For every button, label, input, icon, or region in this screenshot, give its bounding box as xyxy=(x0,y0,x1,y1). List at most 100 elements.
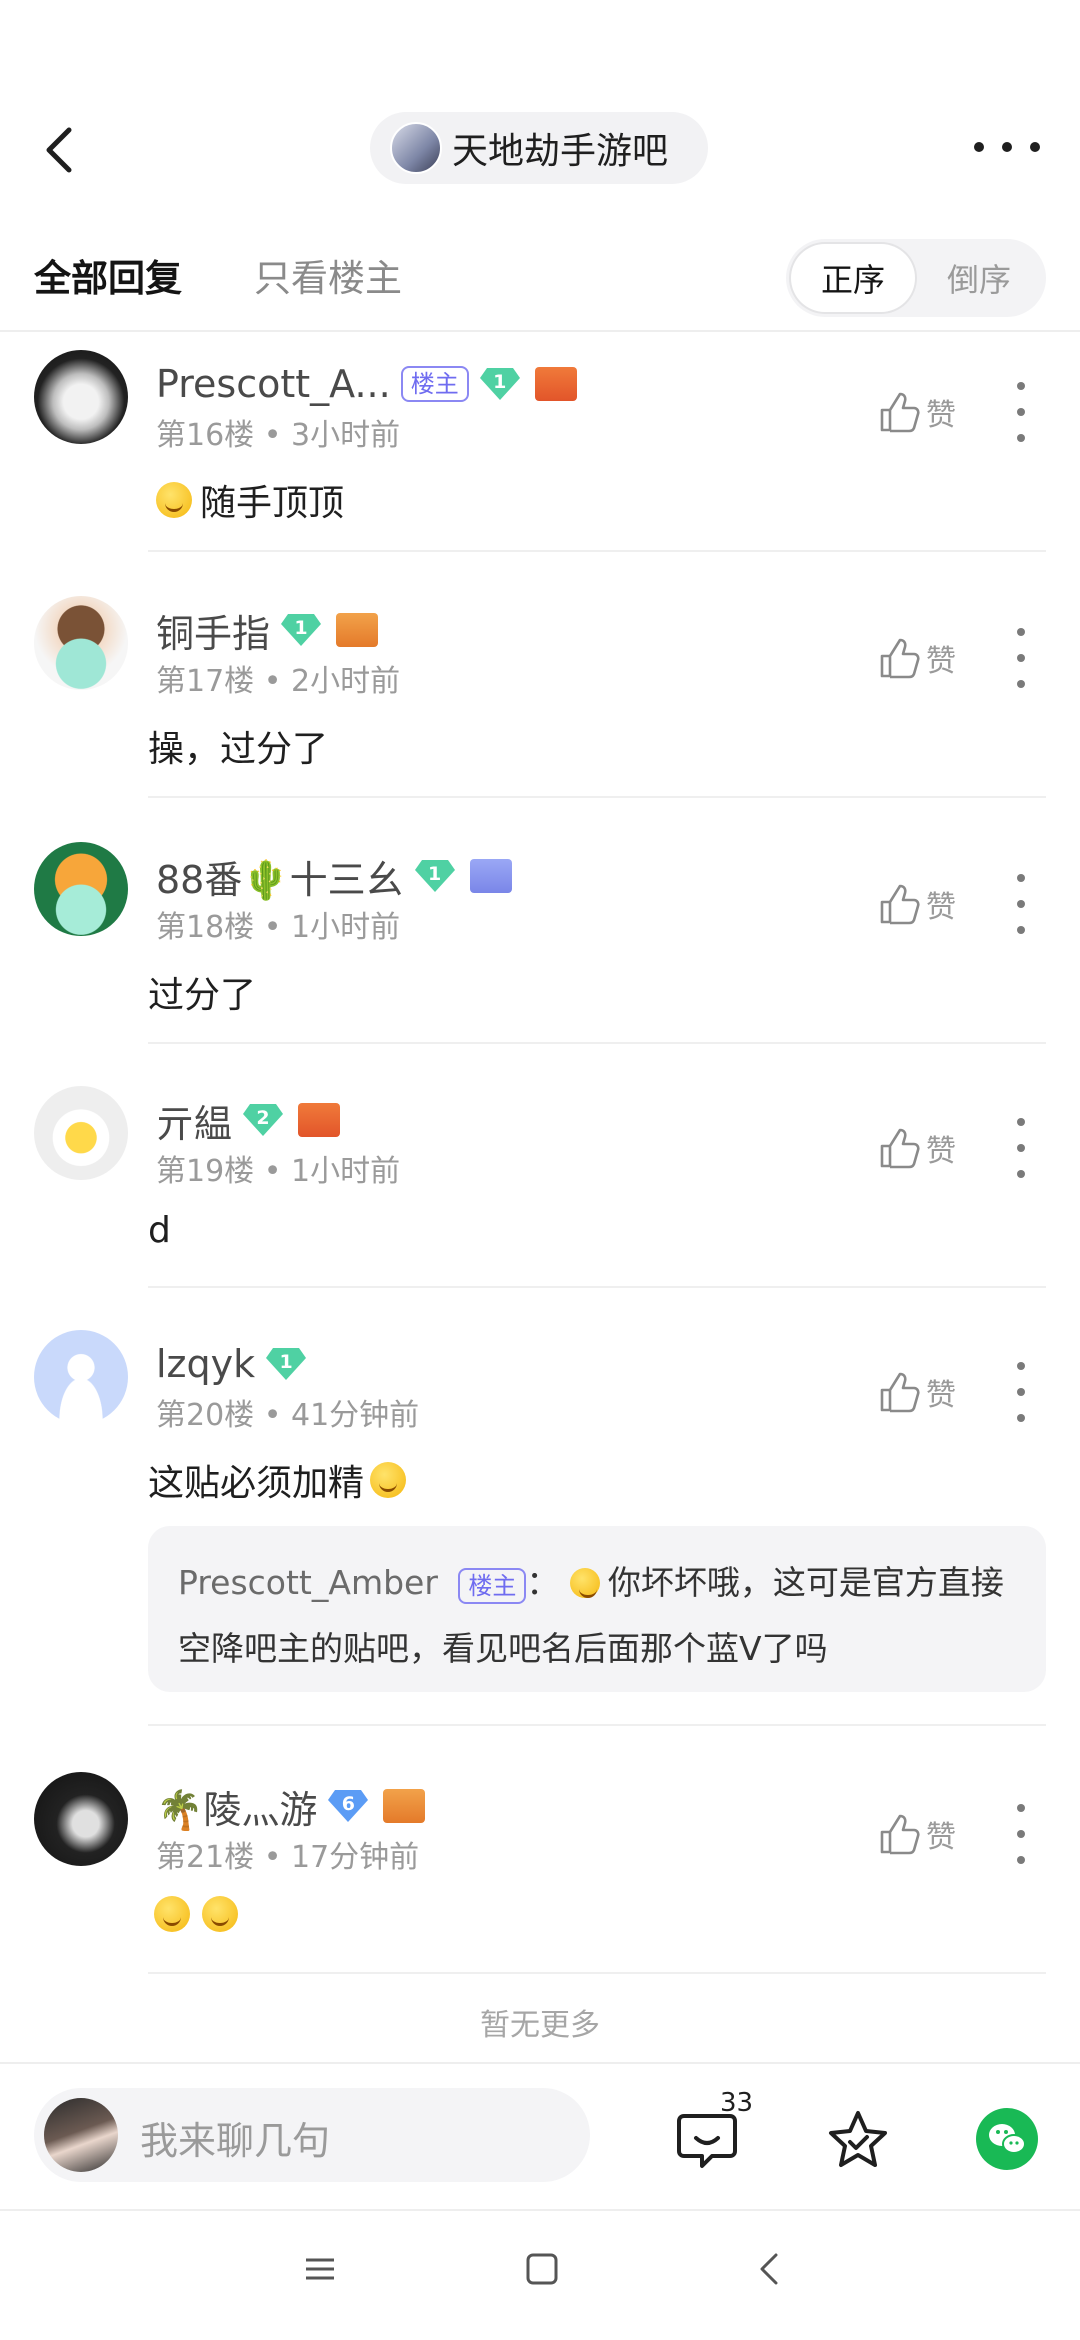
back-arrow-icon xyxy=(46,127,72,173)
avatar[interactable] xyxy=(34,596,128,690)
divider xyxy=(148,1724,1046,1726)
comment-icon xyxy=(677,2114,737,2168)
post-content xyxy=(154,1896,246,1932)
post-more-button[interactable] xyxy=(1016,1362,1026,1422)
avatar[interactable] xyxy=(34,1330,128,1424)
favorite-button[interactable] xyxy=(826,2108,890,2172)
post-content: 这贴必须加精 xyxy=(148,1454,414,1506)
post-meta: 第19楼 • 1小时前 xyxy=(156,1154,401,1189)
order-desc-button[interactable]: 倒序 xyxy=(917,244,1041,312)
username[interactable]: 🌴陵灬游 xyxy=(156,1779,317,1834)
thumbs-up-icon xyxy=(880,392,920,433)
username[interactable]: lzqyk xyxy=(156,1342,255,1386)
divider xyxy=(148,1042,1046,1044)
wechat-share-button[interactable] xyxy=(976,2108,1038,2170)
like-label: 赞 xyxy=(926,1820,956,1855)
divider xyxy=(148,1972,1046,1974)
reply-placeholder: 我来聊几句 xyxy=(140,2119,331,2163)
home-nav-button[interactable] xyxy=(522,2249,562,2293)
like-label: 赞 xyxy=(926,1134,956,1169)
level-badge: 6 xyxy=(327,1788,369,1824)
smile-emoji-icon xyxy=(569,1568,600,1598)
username[interactable]: 铜手指 xyxy=(156,603,270,658)
divider xyxy=(148,1286,1046,1288)
reply-filter-tabs: 全部回复 只看楼主 正序 倒序 xyxy=(0,230,1080,332)
level-badge: 2 xyxy=(242,1102,284,1138)
like-label: 赞 xyxy=(926,890,956,925)
avatar[interactable] xyxy=(34,1772,128,1866)
honor-badge-icon xyxy=(383,1789,426,1823)
post-content: 随手顶顶 xyxy=(156,474,344,526)
like-button[interactable]: 赞 xyxy=(878,636,956,680)
avatar[interactable] xyxy=(34,842,128,936)
honor-badge-icon xyxy=(469,859,512,893)
forum-title-pill[interactable]: 天地劫手游吧 xyxy=(370,112,708,184)
post-meta: 第18楼 • 1小时前 xyxy=(156,910,401,945)
avatar[interactable] xyxy=(34,1086,128,1180)
honor-badge-icon xyxy=(298,1103,341,1137)
back-nav-button[interactable] xyxy=(750,2249,790,2293)
post-meta: 第17楼 • 2小时前 xyxy=(156,664,401,699)
post-meta: 第16楼 • 3小时前 xyxy=(156,418,401,453)
like-button[interactable]: 赞 xyxy=(878,1370,956,1414)
owner-tag: 楼主 xyxy=(458,1568,527,1604)
like-label: 赞 xyxy=(926,1378,956,1413)
like-button[interactable]: 赞 xyxy=(878,1812,956,1856)
post-more-button[interactable] xyxy=(1016,1118,1026,1178)
dot-icon xyxy=(974,142,984,152)
like-label: 赞 xyxy=(926,398,956,433)
thumbs-up-icon xyxy=(880,1814,920,1855)
level-badge: 1 xyxy=(280,612,322,648)
menu-icon xyxy=(306,2258,334,2280)
username[interactable]: 亓緼 xyxy=(156,1093,232,1148)
quote-username[interactable]: Prescott_Amber xyxy=(178,1563,438,1602)
like-label: 赞 xyxy=(926,644,956,679)
post-content: d xyxy=(148,1210,171,1251)
back-button[interactable] xyxy=(35,116,95,184)
divider xyxy=(148,550,1046,552)
star-icon xyxy=(829,2111,887,2167)
thumbs-up-icon xyxy=(880,884,920,925)
honor-badge-icon xyxy=(336,613,379,647)
comment-button[interactable] xyxy=(676,2110,738,2170)
honor-badge-icon xyxy=(534,367,577,401)
order-asc-button[interactable]: 正序 xyxy=(791,244,915,312)
post-more-button[interactable] xyxy=(1016,628,1026,688)
smile-emoji-icon xyxy=(370,1462,407,1498)
username[interactable]: 88番🌵十三幺 xyxy=(156,849,404,904)
angry-emoji-icon xyxy=(154,1896,190,1932)
avatar[interactable] xyxy=(34,350,128,444)
username[interactable]: Prescott_A... xyxy=(156,362,391,406)
quoted-reply[interactable]: Prescott_Amber 楼主： 你坏坏哦，这可是官方直接空降吧主的贴吧，看… xyxy=(148,1526,1046,1692)
thumbs-up-icon xyxy=(880,638,920,679)
like-button[interactable]: 赞 xyxy=(878,882,956,926)
bottom-action-bar: 我来聊几句 33 xyxy=(0,2062,1080,2211)
no-more-label: 暂无更多 xyxy=(480,2008,600,2043)
post-meta: 第21楼 • 17分钟前 xyxy=(156,1840,420,1875)
menu-nav-button[interactable] xyxy=(300,2249,340,2293)
post-more-button[interactable] xyxy=(1016,382,1026,442)
top-bar: 天地劫手游吧 xyxy=(0,100,1080,200)
post-more-button[interactable] xyxy=(1016,1804,1026,1864)
level-badge: 1 xyxy=(265,1346,307,1382)
forum-title: 天地劫手游吧 xyxy=(452,131,669,172)
reply-input[interactable]: 我来聊几句 xyxy=(34,2088,590,2182)
divider xyxy=(148,796,1046,798)
post-more-button[interactable] xyxy=(1016,874,1026,934)
tab-all-replies[interactable]: 全部回复 xyxy=(34,248,182,302)
comment-count: 33 xyxy=(720,2088,754,2118)
back-triangle-icon xyxy=(760,2253,778,2285)
my-avatar xyxy=(44,2098,118,2172)
smile-emoji-icon xyxy=(156,482,192,518)
level-badge: 1 xyxy=(414,858,456,894)
wechat-icon xyxy=(989,2124,1026,2154)
angry-emoji-icon xyxy=(202,1896,238,1932)
order-toggle: 正序 倒序 xyxy=(786,239,1046,317)
more-options-button[interactable] xyxy=(974,132,1040,162)
like-button[interactable]: 赞 xyxy=(878,390,956,434)
level-badge: 1 xyxy=(479,366,521,402)
thumbs-up-icon xyxy=(880,1128,920,1169)
like-button[interactable]: 赞 xyxy=(878,1126,956,1170)
system-nav-bar xyxy=(0,2209,1080,2340)
tab-only-op[interactable]: 只看楼主 xyxy=(254,248,402,302)
